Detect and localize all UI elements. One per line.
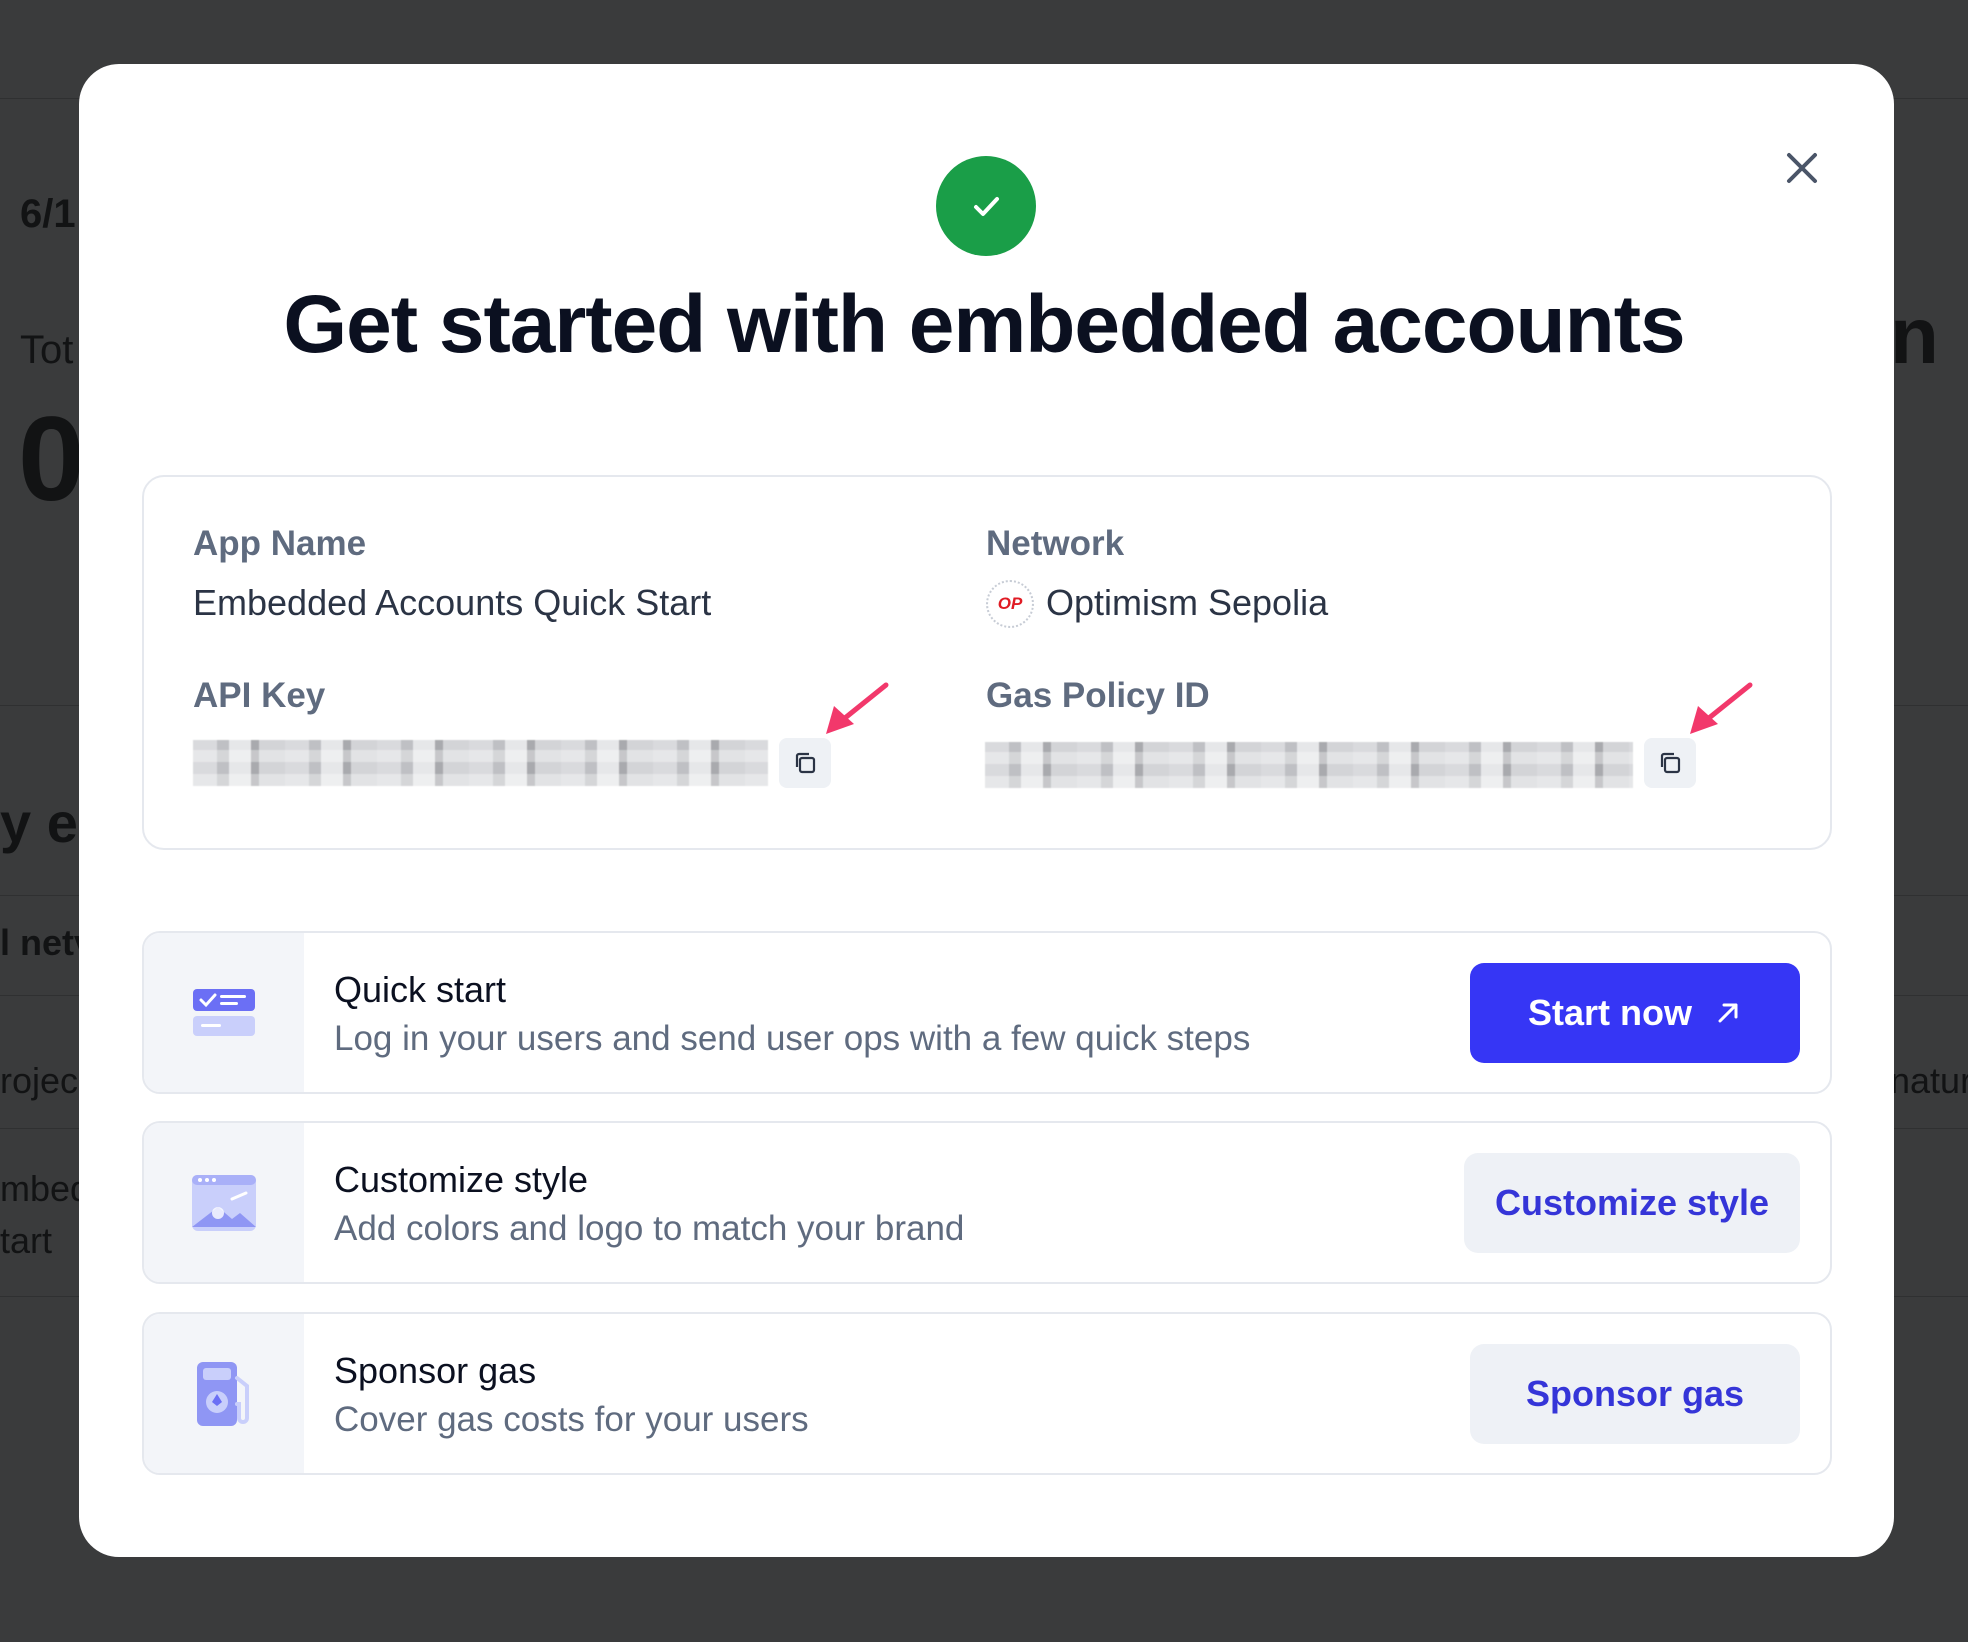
network-value: Optimism Sepolia xyxy=(1046,582,1329,623)
modal-title: Get started with embedded accounts xyxy=(283,279,1685,370)
copy-icon xyxy=(795,752,816,774)
action-description: Log in your users and send user ops with… xyxy=(334,1019,1251,1058)
quickstart-icon xyxy=(144,933,304,1092)
annotation-arrow-icon xyxy=(1690,682,1753,734)
app-name-label: App Name xyxy=(193,524,367,563)
external-arrow-icon xyxy=(1718,1003,1738,1023)
api-key-label: API Key xyxy=(193,676,326,715)
annotation-arrow-icon xyxy=(826,682,889,734)
api-key-value-redacted xyxy=(193,740,768,786)
optimism-logo-text: OP xyxy=(997,594,1023,613)
network-label: Network xyxy=(986,524,1125,563)
palette-window-icon xyxy=(144,1123,304,1282)
app-name-value: Embedded Accounts Quick Start xyxy=(193,582,712,623)
button-label: Customize style xyxy=(1494,1182,1770,1223)
bg-row-fragment: tart xyxy=(0,1220,53,1261)
optimism-logo-icon: OP xyxy=(986,580,1034,628)
copy-api-key-button[interactable] xyxy=(779,738,831,788)
quick-start-row: Quick start Log in your users and send u… xyxy=(142,931,1832,1094)
customize-style-button[interactable]: Customize style xyxy=(1464,1153,1800,1253)
copy-gas-policy-button[interactable] xyxy=(1644,738,1696,788)
button-label: Start now xyxy=(1527,992,1692,1033)
action-description: Cover gas costs for your users xyxy=(334,1400,809,1439)
bg-row-fragment: mbed xyxy=(0,1168,91,1209)
bg-project-fragment: rojec xyxy=(0,1060,79,1101)
action-title: Quick start xyxy=(334,969,507,1010)
action-title: Customize style xyxy=(334,1159,589,1200)
check-icon xyxy=(936,156,1036,256)
bg-date-fragment: 6/1 xyxy=(20,192,76,236)
bg-column-fragment: natur xyxy=(1890,1060,1968,1101)
button-label: Sponsor gas xyxy=(1525,1373,1745,1414)
gas-pump-icon xyxy=(144,1314,304,1473)
close-icon[interactable] xyxy=(1780,146,1824,190)
start-now-button[interactable]: Start now xyxy=(1470,963,1800,1063)
action-description: Add colors and logo to match your brand xyxy=(334,1209,965,1248)
customize-style-row: Customize style Add colors and logo to m… xyxy=(142,1121,1832,1284)
copy-icon xyxy=(1660,752,1681,774)
action-title: Sponsor gas xyxy=(334,1350,537,1391)
gas-policy-value-redacted xyxy=(985,742,1633,788)
bg-count-fragment: 0 xyxy=(18,392,85,526)
sponsor-gas-button[interactable]: Sponsor gas xyxy=(1470,1344,1800,1444)
gas-policy-label: Gas Policy ID xyxy=(986,676,1210,715)
sponsor-gas-row: Sponsor gas Cover gas costs for your use… xyxy=(142,1312,1832,1475)
